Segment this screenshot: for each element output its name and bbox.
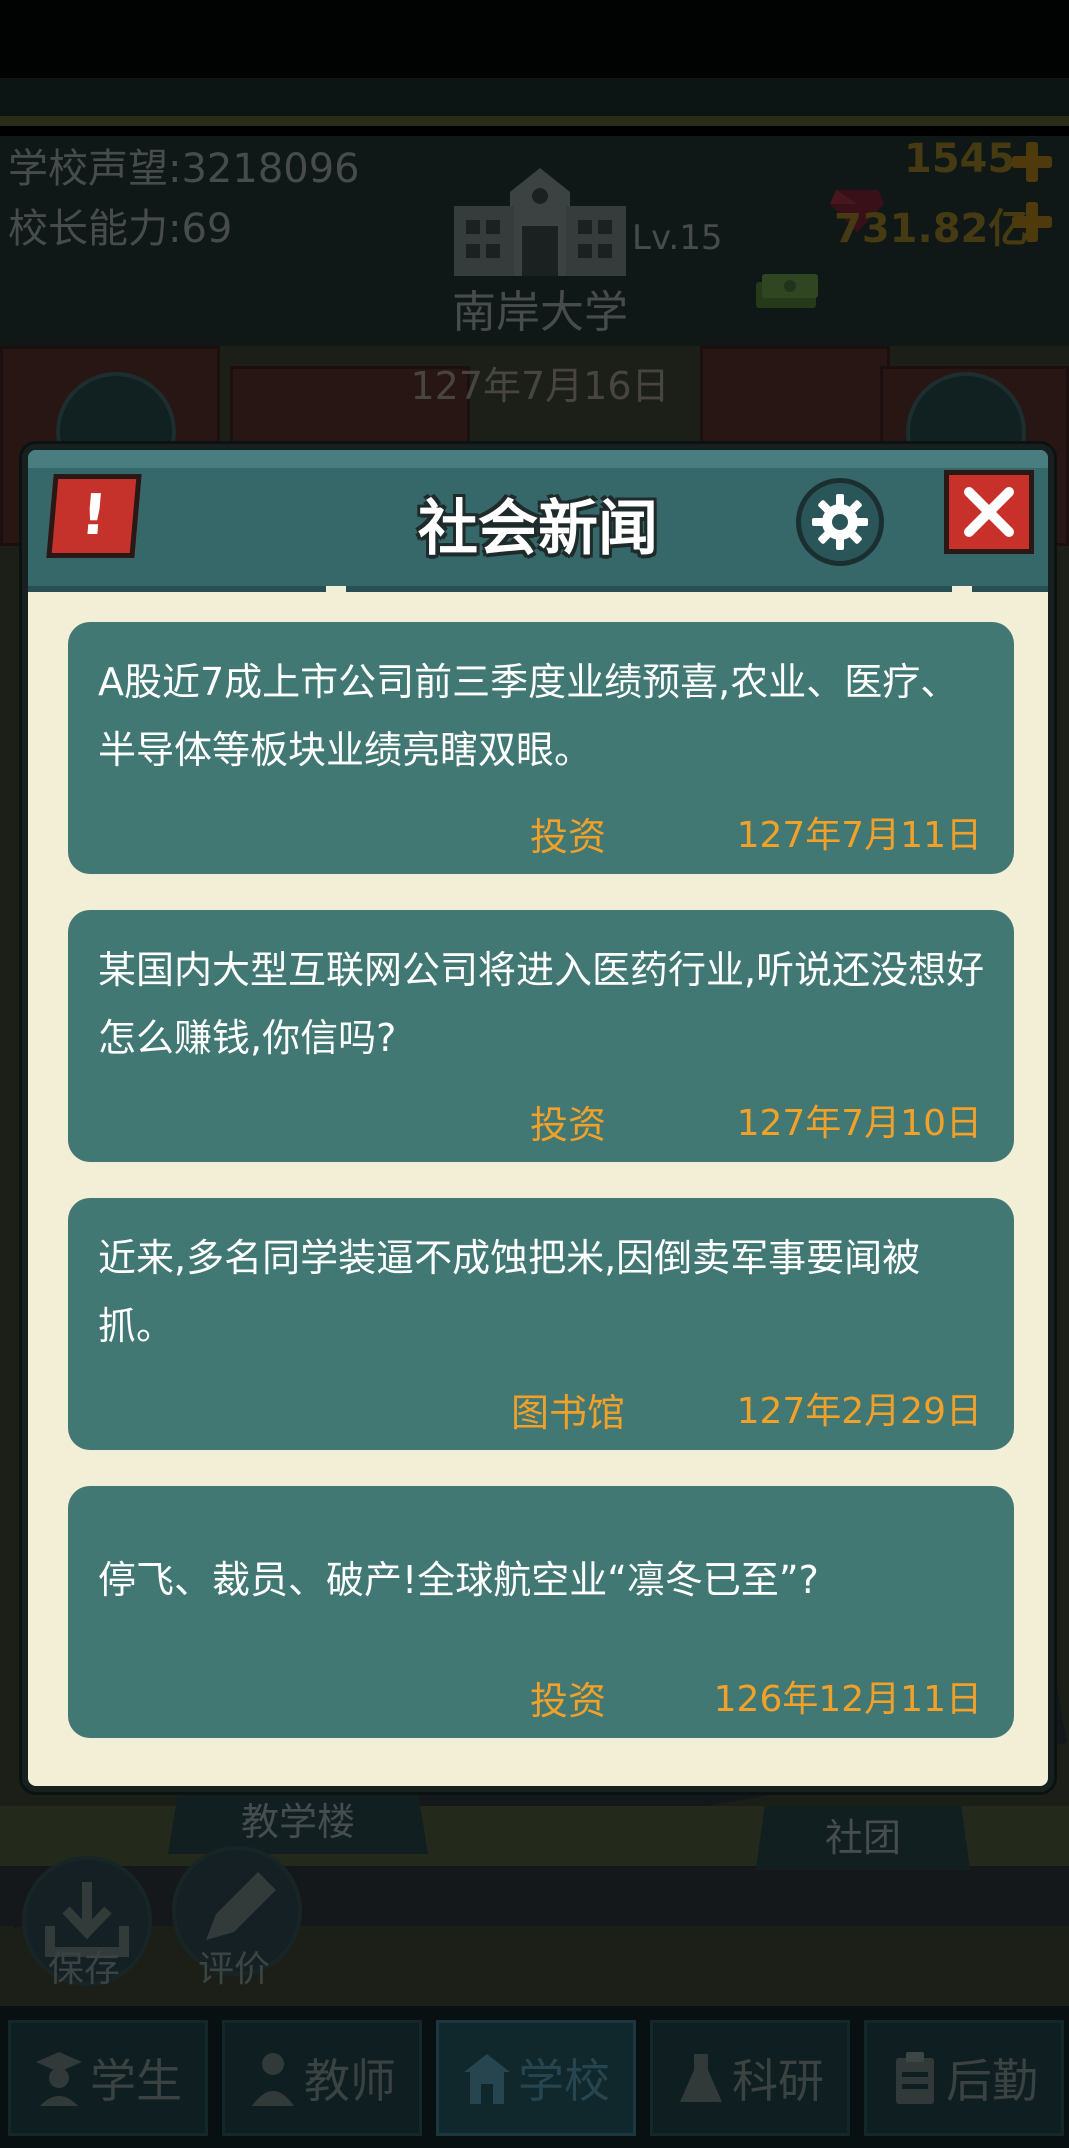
news-item[interactable]: 某国内大型互联网公司将进入医药行业,听说还没想好怎么赚钱,你信吗? 投资 127… — [68, 910, 1014, 1162]
news-text: 近来,多名同学装逼不成蚀把米,因倒卖军事要闻被抓。 — [98, 1236, 921, 1348]
news-text: 某国内大型互联网公司将进入医药行业,听说还没想好怎么赚钱,你信吗? — [98, 948, 985, 1060]
news-dialog: ! 社会新闻 A股近7成上市公司前三季度业绩预喜,农业、医疗、半导体等板块业绩亮… — [22, 444, 1054, 1792]
news-category: 投资 — [529, 815, 606, 859]
news-date: 127年7月11日 — [736, 815, 982, 856]
news-date: 127年7月10日 — [736, 1103, 982, 1144]
news-date: 127年2月29日 — [736, 1391, 982, 1432]
exclamation-icon: ! — [78, 483, 110, 548]
close-icon — [964, 487, 1014, 537]
news-category: 投资 — [529, 1679, 606, 1723]
news-category: 投资 — [529, 1103, 606, 1147]
settings-button[interactable] — [796, 478, 884, 566]
news-text: A股近7成上市公司前三季度业绩预喜,农业、医疗、半导体等板块业绩亮瞎双眼。 — [98, 660, 959, 772]
news-item[interactable]: A股近7成上市公司前三季度业绩预喜,农业、医疗、半导体等板块业绩亮瞎双眼。 投资… — [68, 622, 1014, 874]
alert-button[interactable]: ! — [46, 474, 142, 558]
news-item[interactable]: 停飞、裁员、破产!全球航空业“凛冬已至”? 投资 126年12月11日 — [68, 1486, 1014, 1738]
news-category: 图书馆 — [510, 1391, 625, 1435]
news-text: 停飞、裁员、破产!全球航空业“凛冬已至”? — [98, 1558, 819, 1602]
dialog-header: ! 社会新闻 — [28, 450, 1048, 592]
news-item[interactable]: 近来,多名同学装逼不成蚀把米,因倒卖军事要闻被抓。 图书馆 127年2月29日 — [68, 1198, 1014, 1450]
close-button[interactable] — [944, 470, 1034, 554]
dialog-title: 社会新闻 — [418, 494, 658, 564]
news-date: 126年12月11日 — [713, 1679, 982, 1720]
gear-icon — [812, 494, 868, 550]
